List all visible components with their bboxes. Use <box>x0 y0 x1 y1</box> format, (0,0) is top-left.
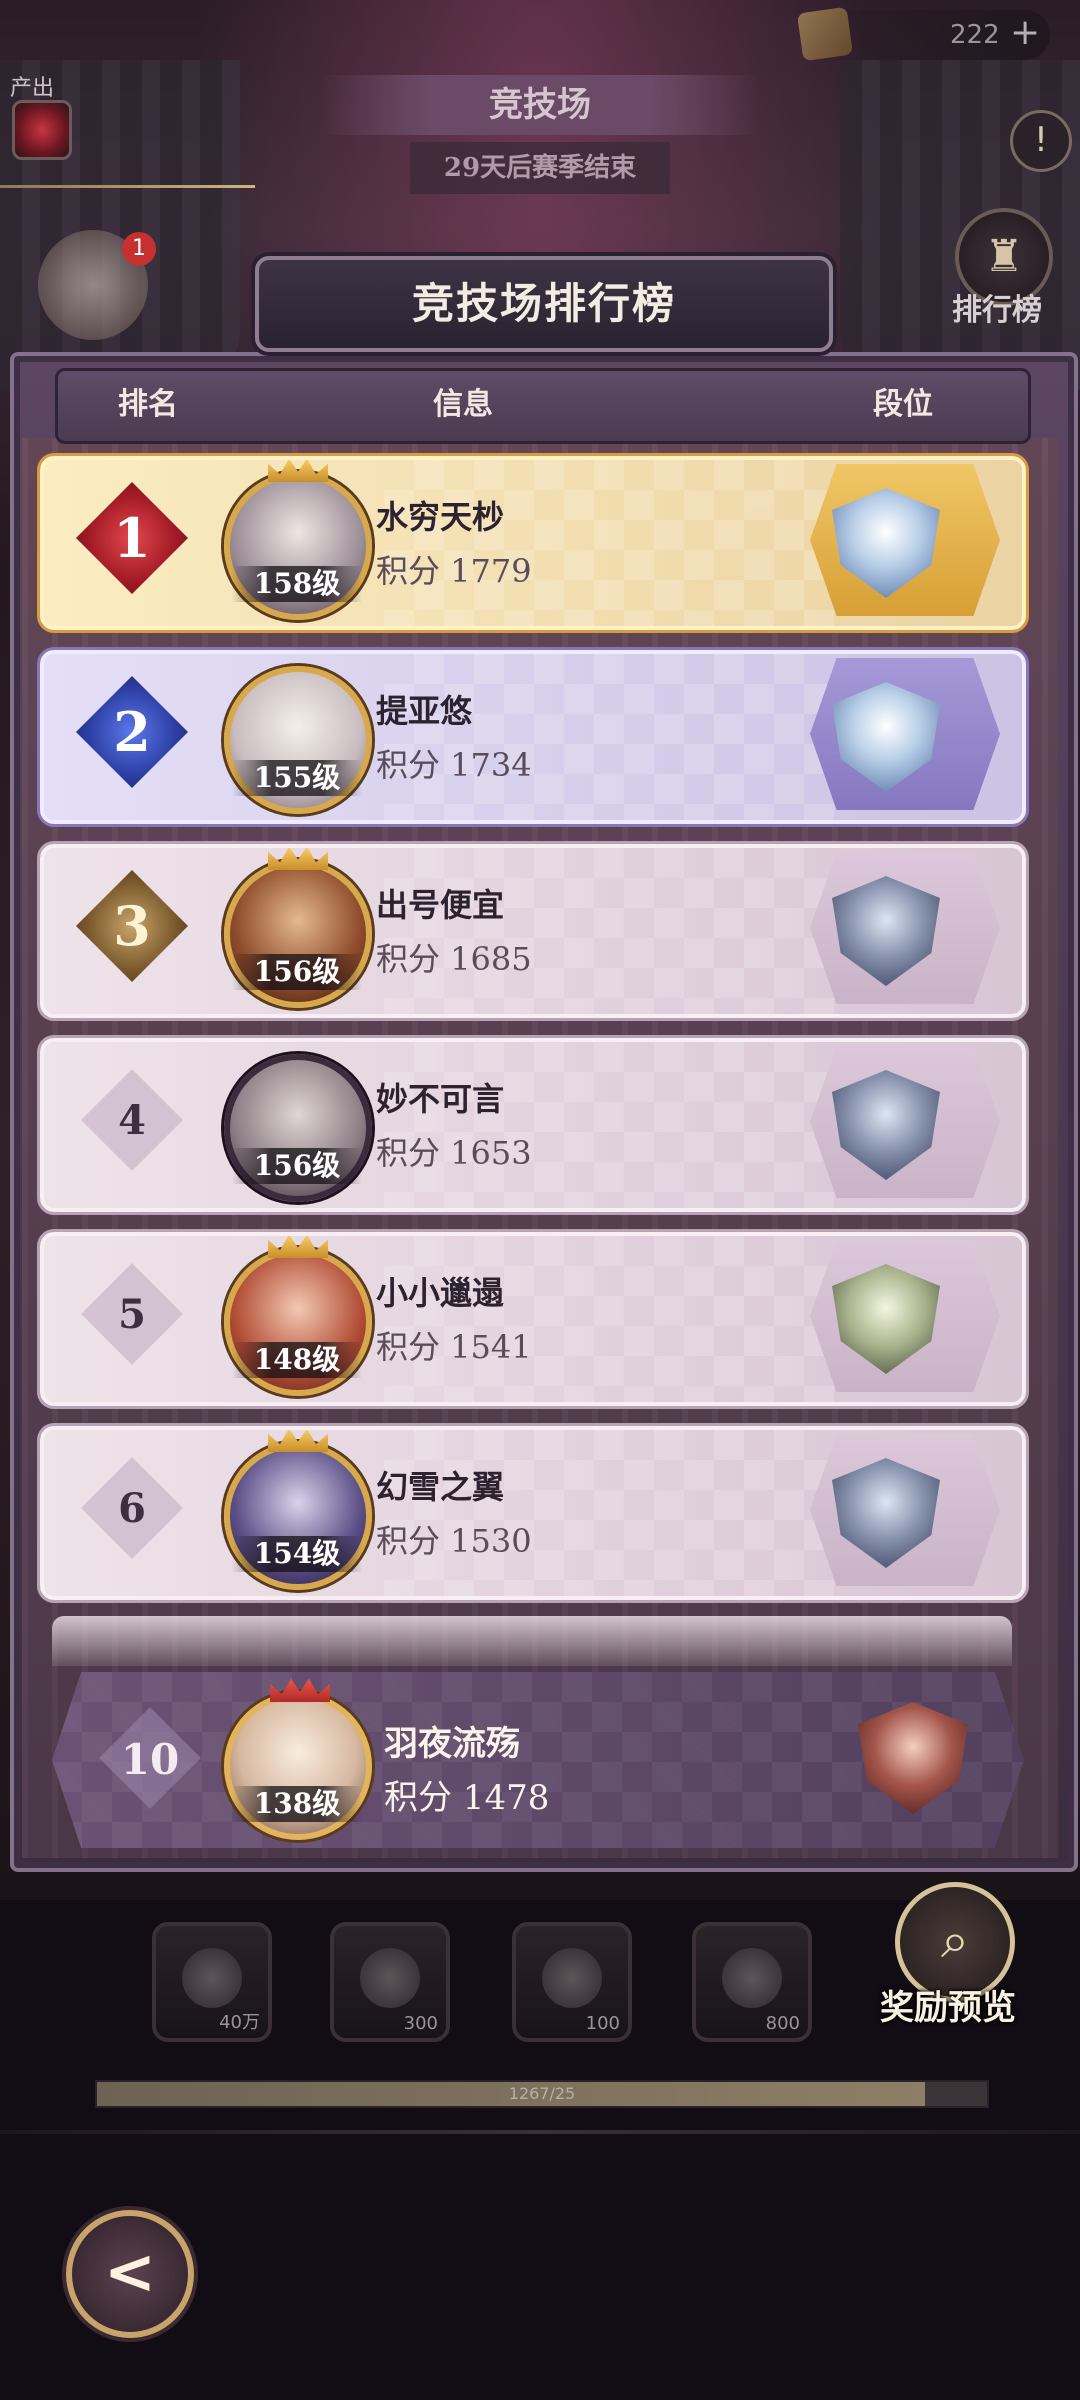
output-divider <box>0 185 255 188</box>
reward-preview-label[interactable]: 奖励预览 <box>880 1980 1016 2029</box>
shield-icon <box>542 1948 602 2008</box>
player-level: 148级 <box>232 1342 362 1378</box>
crystal-icon <box>722 1948 782 2008</box>
player-score: 积分 1685 <box>376 940 532 978</box>
ranking-header: 排名 信息 段位 <box>55 368 1031 444</box>
output-label: 产出 <box>10 76 55 101</box>
rank-row-6[interactable]: 6 154级 幻雪之翼 积分 1530 <box>40 1426 1026 1600</box>
rank-medal-silver: 2 <box>76 676 188 788</box>
reward-slot-2[interactable]: 300 <box>330 1922 450 2042</box>
bottom-divider <box>0 2130 1080 2134</box>
reward-qty: 300 <box>403 2013 438 2034</box>
crown-icon <box>268 1430 328 1452</box>
currency-amount: 222 <box>950 20 1000 50</box>
currency-bar: 222 + <box>796 6 1050 62</box>
player-name: 妙不可言 <box>376 1080 505 1118</box>
player-score: 积分 1541 <box>376 1328 532 1366</box>
rank-medal-bronze: 3 <box>76 870 188 982</box>
row-pattern <box>384 1236 834 1402</box>
my-rank-row[interactable]: 10 138级 羽夜流殇 积分 1478 <box>52 1672 1024 1848</box>
reward-slot-4[interactable]: 800 <box>692 1922 812 2042</box>
my-score: 积分 1478 <box>384 1778 550 1818</box>
row-pattern <box>384 1430 834 1596</box>
crown-icon <box>268 848 328 870</box>
player-score: 积分 1653 <box>376 1134 532 1172</box>
crown-icon <box>268 460 328 482</box>
output-gem-icon[interactable] <box>12 100 72 160</box>
info-button[interactable]: ! <box>1010 110 1072 172</box>
add-currency-button[interactable]: + <box>1010 15 1040 51</box>
row-pattern <box>384 460 834 626</box>
row-pattern <box>384 1042 834 1208</box>
player-score: 积分 1530 <box>376 1522 532 1560</box>
rank-row-4[interactable]: 4 156级 妙不可言 积分 1653 <box>40 1038 1026 1212</box>
rank-row-1[interactable]: 1 158级 水穷天杪 积分 1779 <box>40 456 1026 630</box>
player-level: 154级 <box>232 1536 362 1572</box>
player-level: 156级 <box>232 954 362 990</box>
season-countdown: 29天后赛季结束 <box>410 142 670 194</box>
player-score: 积分 1734 <box>376 746 532 784</box>
row-pattern <box>384 848 834 1014</box>
player-score: 积分 1779 <box>376 552 532 590</box>
notification-badge: 1 <box>122 232 156 266</box>
player-name: 提亚悠 <box>376 692 473 730</box>
reward-qty: 800 <box>765 2013 800 2034</box>
progress-text: 1267/25 <box>508 2084 576 2103</box>
reward-qty: 100 <box>585 2013 620 2034</box>
coin-icon <box>182 1948 242 2008</box>
header-tier: 段位 <box>873 387 933 422</box>
rank-row-partial[interactable] <box>52 1616 1012 1666</box>
header-info: 信息 <box>433 387 493 422</box>
player-level: 156级 <box>232 1148 362 1184</box>
player-name: 幻雪之翼 <box>376 1468 505 1506</box>
player-name: 水穷天杪 <box>376 498 505 536</box>
my-level: 138级 <box>232 1786 362 1822</box>
arena-title: 竞技场 <box>320 75 760 135</box>
season-progress-bar: 1267/25 <box>95 2080 989 2108</box>
my-name: 羽夜流殇 <box>384 1724 520 1764</box>
rank-number: 5 <box>118 1291 146 1338</box>
rank-row-5[interactable]: 5 148级 小小邋遢 积分 1541 <box>40 1232 1026 1406</box>
player-name: 小小邋遢 <box>376 1274 505 1312</box>
rank-number: 6 <box>118 1485 146 1532</box>
back-arrow-icon[interactable]: < <box>66 2210 194 2338</box>
my-tier-emblem-icon <box>858 1702 968 1814</box>
reward-qty: 40万 <box>219 2012 260 2033</box>
panel-title: 竞技场排行榜 <box>411 279 676 328</box>
player-name: 出号便宜 <box>376 886 505 924</box>
reward-slot-1[interactable]: 40万 <box>152 1922 272 2042</box>
crystal-icon <box>360 1948 420 2008</box>
row-pattern <box>384 654 834 820</box>
crown-icon <box>268 1236 328 1258</box>
my-rank-number: 10 <box>120 1735 180 1784</box>
rank-row-2[interactable]: 2 155级 提亚悠 积分 1734 <box>40 650 1026 824</box>
rank-number: 4 <box>118 1097 146 1144</box>
player-level: 158级 <box>232 566 362 602</box>
crown-icon <box>270 1678 330 1702</box>
player-level: 155级 <box>232 760 362 796</box>
rank-medal-gold: 1 <box>76 482 188 594</box>
rank-row-3[interactable]: 3 156级 出号便宜 积分 1685 <box>40 844 1026 1018</box>
header-rank: 排名 <box>118 387 178 422</box>
scroll-icon <box>796 6 854 62</box>
ranking-entry-label[interactable]: 排行榜 <box>952 285 1042 329</box>
reward-slot-3[interactable]: 100 <box>512 1922 632 2042</box>
